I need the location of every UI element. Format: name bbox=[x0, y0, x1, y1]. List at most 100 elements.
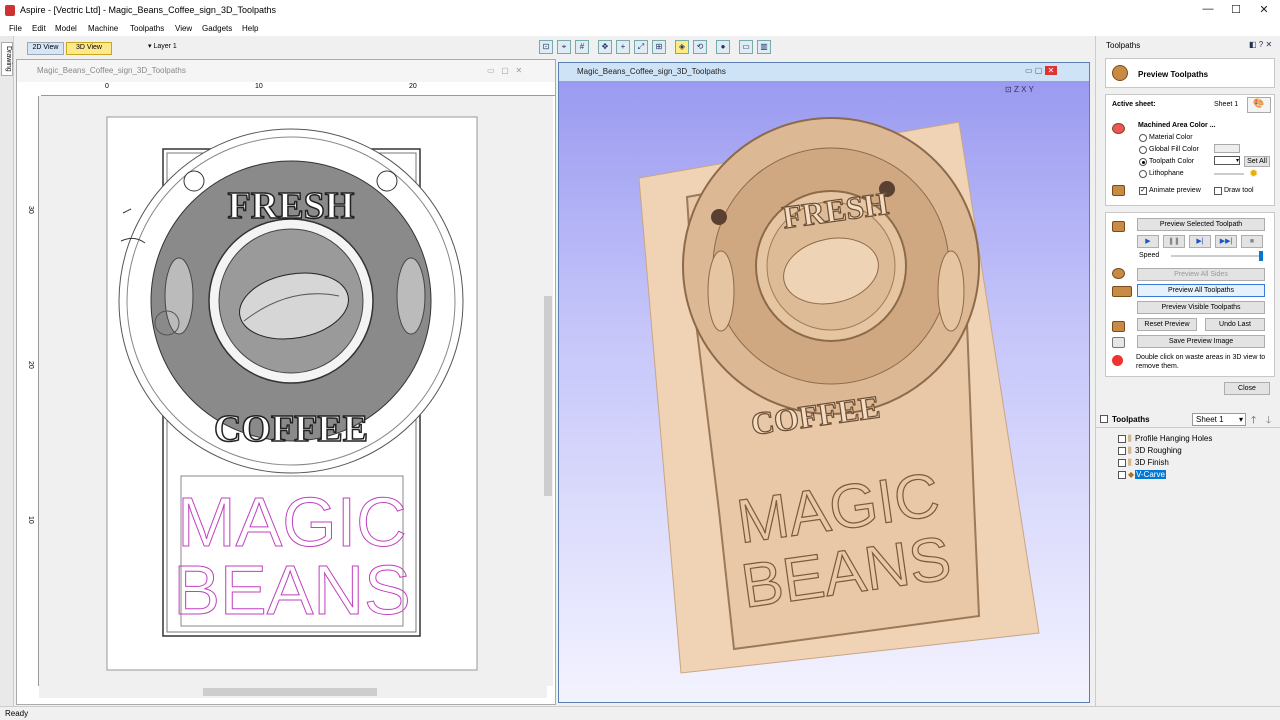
save-preview-image-button[interactable]: Save Preview Image bbox=[1137, 335, 1265, 348]
move-up-icon[interactable]: 🡑 bbox=[1251, 413, 1256, 430]
lithophane-radio[interactable] bbox=[1139, 170, 1147, 178]
global-fill-radio[interactable] bbox=[1139, 146, 1147, 154]
drill-icon: ⫼ bbox=[1128, 458, 1132, 467]
toolpath-checkbox[interactable] bbox=[1118, 471, 1126, 479]
animate-checkbox[interactable]: ✓ bbox=[1139, 187, 1147, 195]
toolpath-checkbox[interactable] bbox=[1118, 459, 1126, 467]
minimize-button[interactable]: — bbox=[1196, 3, 1220, 19]
menu-machine[interactable]: Machine bbox=[88, 24, 118, 33]
panel-close-button[interactable]: Close bbox=[1224, 382, 1270, 395]
sign-drawing: FRESH COFFEE MAGIC BEANS bbox=[106, 116, 478, 671]
preview-title-box: Preview Toolpaths bbox=[1105, 58, 1275, 88]
sheet-select[interactable]: Sheet 1 ▾ bbox=[1192, 413, 1246, 426]
toolpath-panel: Toolpaths ◧ ? ✕ Preview Toolpaths Active… bbox=[1095, 36, 1280, 706]
lithophane-label: Lithophane bbox=[1149, 170, 1184, 177]
menu-gadgets[interactable]: Gadgets bbox=[202, 24, 232, 33]
menu-help[interactable]: Help bbox=[242, 24, 258, 33]
coffee-text-2d: COFFEE bbox=[214, 408, 368, 450]
all-toolpaths-icon bbox=[1112, 286, 1132, 297]
pan-icon[interactable]: ✥ bbox=[598, 40, 612, 54]
status-text: Ready bbox=[5, 709, 29, 718]
magic-text-2d: MAGIC bbox=[177, 483, 406, 561]
preview-all-button[interactable]: Preview All Toolpaths bbox=[1137, 284, 1265, 297]
vertical-ruler: 30 20 10 bbox=[25, 96, 39, 686]
sheet-select-value: Sheet 1 bbox=[1196, 415, 1224, 424]
layer-selector[interactable]: ▾ Layer 1 bbox=[148, 42, 177, 50]
view-3d-title: Magic_Beans_Coffee_sign_3D_Toolpaths bbox=[559, 63, 1089, 81]
palette-icon[interactable]: 🎨 bbox=[1247, 97, 1271, 113]
maximize-button[interactable]: ☐ bbox=[1224, 3, 1248, 19]
toolpath-label: 3D Finish bbox=[1135, 458, 1169, 467]
preview-visible-button[interactable]: Preview Visible Toolpaths bbox=[1137, 301, 1265, 314]
toolpath-color-dropdown[interactable]: ▾ bbox=[1214, 156, 1240, 165]
drawing-canvas[interactable]: FRESH COFFEE MAGIC BEANS bbox=[39, 96, 547, 686]
animate-icon bbox=[1112, 185, 1125, 196]
tab-2d-view[interactable]: 2D View bbox=[27, 42, 64, 55]
zoom-selection-icon[interactable]: ⊞ bbox=[652, 40, 666, 54]
title-bar: Aspire - [Vectric Ltd] - Magic_Beans_Cof… bbox=[0, 0, 1280, 22]
view-3d-window-controls[interactable]: ▭ ▢ ✕ bbox=[1025, 66, 1058, 75]
v-scroll-thumb[interactable] bbox=[544, 296, 552, 496]
menu-model[interactable]: Model bbox=[55, 24, 77, 33]
h-scroll-thumb[interactable] bbox=[203, 688, 377, 696]
set-all-button[interactable]: Set All bbox=[1244, 156, 1270, 167]
menu-bar: File Edit Model Machine Toolpaths View G… bbox=[0, 22, 1280, 36]
select-icon[interactable]: ⌖ bbox=[557, 40, 571, 54]
view-2d-window-controls[interactable]: ▭ ▢ ✕ bbox=[487, 66, 522, 75]
zoom-extents-icon[interactable]: ⤢ bbox=[634, 40, 648, 54]
panel-pin-icons[interactable]: ◧ ? ✕ bbox=[1249, 40, 1272, 49]
close-button[interactable]: ✕ bbox=[1252, 3, 1276, 19]
toolpath-checkbox[interactable] bbox=[1118, 435, 1126, 443]
preview-all-sides-button[interactable]: Preview All Sides bbox=[1137, 268, 1265, 281]
ruler-tick: 10 bbox=[255, 83, 263, 90]
transform-icon[interactable]: ⟲ bbox=[693, 40, 707, 54]
color-wheel-icon bbox=[1112, 123, 1125, 134]
lithophane-slider[interactable] bbox=[1214, 173, 1244, 175]
step-button[interactable]: ▶| bbox=[1189, 235, 1211, 248]
animate-label: Animate preview bbox=[1149, 187, 1201, 194]
speed-slider[interactable] bbox=[1171, 251, 1263, 261]
view-3d-window[interactable]: Magic_Beans_Coffee_sign_3D_Toolpaths ▭ ▢… bbox=[558, 62, 1090, 703]
layout-icon[interactable]: ▭ bbox=[739, 40, 753, 54]
split-view-icon[interactable]: ▥ bbox=[757, 40, 771, 54]
preview-selected-button[interactable]: Preview Selected Toolpath bbox=[1137, 218, 1265, 231]
horizontal-scrollbar[interactable] bbox=[39, 686, 547, 698]
menu-edit[interactable]: Edit bbox=[32, 24, 46, 33]
toolpaths-visible-checkbox[interactable] bbox=[1100, 415, 1108, 423]
drill-icon: ⫼ bbox=[1128, 434, 1132, 443]
move-down-icon[interactable]: 🡓 bbox=[1266, 413, 1271, 430]
toolpath-color-radio[interactable] bbox=[1139, 158, 1147, 166]
tab-3d-view[interactable]: 3D View bbox=[66, 42, 112, 55]
menu-view[interactable]: View bbox=[175, 24, 192, 33]
global-color-dropdown[interactable] bbox=[1214, 144, 1240, 153]
ruler-tick: 20 bbox=[27, 361, 34, 369]
save-image-icon bbox=[1112, 337, 1125, 348]
play-button[interactable]: ▶ bbox=[1137, 235, 1159, 248]
undo-last-button[interactable]: Undo Last bbox=[1205, 318, 1265, 331]
zoom-box-icon[interactable]: ⊡ bbox=[539, 40, 553, 54]
material-color-radio[interactable] bbox=[1139, 134, 1147, 142]
reset-icon bbox=[1112, 321, 1125, 332]
snap-icon[interactable]: ◈ bbox=[675, 40, 689, 54]
pause-button[interactable]: ❚❚ bbox=[1163, 235, 1185, 248]
toolpath-list-header: Toolpaths Sheet 1 ▾ 🡑 🡓 bbox=[1096, 410, 1280, 428]
ruler-tick: 0 bbox=[105, 83, 109, 90]
skip-end-button[interactable]: ▶▶| bbox=[1215, 235, 1237, 248]
global-fill-label: Global Fill Color bbox=[1149, 146, 1199, 153]
reset-preview-button[interactable]: Reset Preview bbox=[1137, 318, 1197, 331]
drawing-tab[interactable]: Drawing bbox=[1, 42, 13, 76]
stop-button[interactable]: ■ bbox=[1241, 235, 1263, 248]
speed-slider-thumb[interactable] bbox=[1259, 251, 1263, 261]
left-dock-strip: Drawing bbox=[0, 36, 14, 706]
beans-text-2d: BEANS bbox=[173, 551, 410, 629]
zoom-in-icon[interactable]: + bbox=[616, 40, 630, 54]
menu-toolpaths[interactable]: Toolpaths bbox=[130, 24, 164, 33]
shade-icon[interactable]: ● bbox=[716, 40, 730, 54]
toolpath-checkbox[interactable] bbox=[1118, 447, 1126, 455]
vertical-scrollbar[interactable] bbox=[543, 96, 553, 686]
machined-color-label: Machined Area Color ... bbox=[1138, 122, 1216, 129]
draw-tool-checkbox[interactable] bbox=[1214, 187, 1222, 195]
toolpath-label: V-Carve bbox=[1135, 470, 1166, 479]
menu-file[interactable]: File bbox=[9, 24, 22, 33]
grid-icon[interactable]: # bbox=[575, 40, 589, 54]
